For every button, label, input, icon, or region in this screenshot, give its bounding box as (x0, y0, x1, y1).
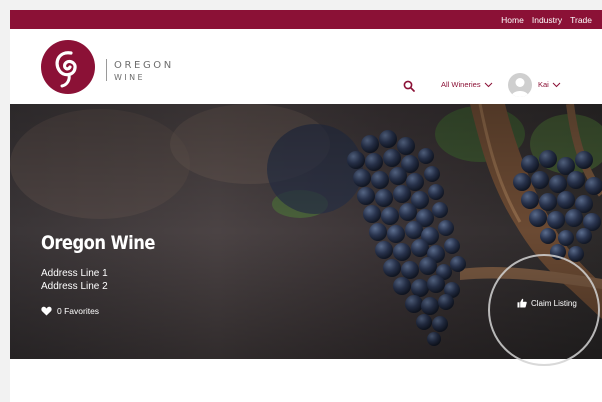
site-header: OREGON WINE All Wineries Kai (10, 29, 602, 104)
address-line-1: Address Line 1 (41, 268, 108, 279)
winery-page: Home Industry Trade OREGON WINE All Wine… (10, 10, 602, 402)
nav-link-home[interactable]: Home (501, 15, 524, 25)
oregon-wine-logo-icon[interactable] (40, 39, 96, 95)
claim-listing-button[interactable]: Claim Listing (517, 298, 577, 308)
logo-divider (106, 59, 107, 81)
user-menu-dropdown[interactable]: Kai (538, 80, 561, 89)
thumbs-up-icon (517, 298, 527, 308)
chevron-down-icon (484, 82, 492, 87)
user-name: Kai (538, 80, 549, 89)
favorites-button[interactable]: 0 Favorites (41, 306, 99, 316)
all-wineries-dropdown[interactable]: All Wineries (441, 80, 493, 89)
winery-name: Oregon Wine (41, 232, 155, 254)
user-avatar[interactable] (508, 73, 532, 97)
chevron-down-icon (552, 82, 561, 87)
heart-icon (41, 306, 52, 316)
brand-name-line2: WINE (114, 73, 145, 82)
nav-link-industry[interactable]: Industry (532, 15, 562, 25)
user-avatar-icon (511, 78, 529, 97)
search-icon[interactable] (403, 80, 415, 92)
brand-name-line1: OREGON (114, 60, 174, 71)
utility-nav: Home Industry Trade (10, 10, 602, 29)
nav-link-trade[interactable]: Trade (570, 15, 592, 25)
address-line-2: Address Line 2 (41, 281, 108, 292)
claim-listing-label: Claim Listing (531, 298, 577, 308)
favorites-count: 0 Favorites (57, 306, 100, 316)
all-wineries-label: All Wineries (441, 80, 481, 89)
